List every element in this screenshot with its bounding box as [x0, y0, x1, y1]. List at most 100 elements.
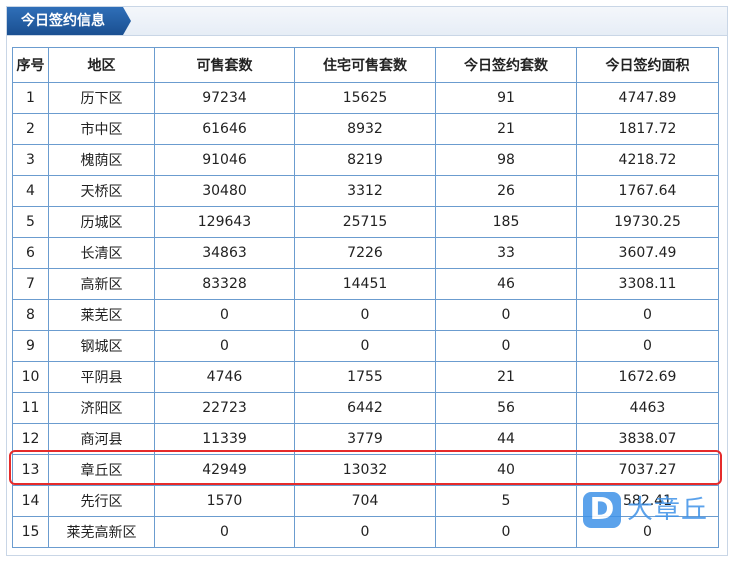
- cell-col-signed-units: 5: [435, 485, 577, 517]
- cell-col-for-sale: 129643: [154, 206, 295, 238]
- cell-col-signed-area: 4218.72: [576, 144, 719, 176]
- cell-col-signed-area: 4747.89: [576, 82, 719, 114]
- cell-col-signed-units: 0: [435, 516, 577, 548]
- cell-col-index: 7: [12, 268, 49, 300]
- cell-col-district: 先行区: [48, 485, 155, 517]
- cell-col-signed-units: 91: [435, 82, 577, 114]
- cell-col-signed-units: 33: [435, 237, 577, 269]
- cell-col-district: 商河县: [48, 423, 155, 455]
- cell-col-district: 槐荫区: [48, 144, 155, 176]
- cell-col-index: 12: [12, 423, 49, 455]
- cell-col-residential-for-sale: 3312: [294, 175, 436, 207]
- cell-col-district: 莱芜区: [48, 299, 155, 331]
- table-row: 13 章丘区 42949 13032 40 7037.27: [12, 454, 719, 486]
- cell-col-residential-for-sale: 6442: [294, 392, 436, 424]
- table-row: 12 商河县 11339 3779 44 3838.07: [12, 423, 719, 455]
- cell-col-index: 9: [12, 330, 49, 362]
- table-row: 5 历城区 129643 25715 185 19730.25: [12, 206, 719, 238]
- table-row: 1 历下区 97234 15625 91 4747.89: [12, 82, 719, 114]
- table-row: 9 钢城区 0 0 0 0: [12, 330, 719, 362]
- cell-col-district: 历城区: [48, 206, 155, 238]
- cell-col-district: 高新区: [48, 268, 155, 300]
- header-col-residential-for-sale: 住宅可售套数: [294, 47, 436, 83]
- cell-col-signed-area: 7037.27: [576, 454, 719, 486]
- cell-col-signed-units: 98: [435, 144, 577, 176]
- cell-col-for-sale: 91046: [154, 144, 295, 176]
- cell-col-signed-units: 56: [435, 392, 577, 424]
- cell-col-for-sale: 97234: [154, 82, 295, 114]
- header-col-district: 地区: [48, 47, 155, 83]
- cell-col-signed-area: 1817.72: [576, 113, 719, 145]
- cell-col-index: 1: [12, 82, 49, 114]
- cell-col-district: 市中区: [48, 113, 155, 145]
- signing-table: 序号 地区 可售套数 住宅可售套数 今日签约套数 今日签约面积 1 历下区 97234 1562…: [12, 47, 719, 548]
- table-row: 4 天桥区 30480 3312 26 1767.64: [12, 175, 719, 207]
- cell-col-signed-units: 46: [435, 268, 577, 300]
- cell-col-residential-for-sale: 14451: [294, 268, 436, 300]
- cell-col-for-sale: 83328: [154, 268, 295, 300]
- cell-col-district: 天桥区: [48, 175, 155, 207]
- table-body: 1 历下区 97234 15625 91 4747.89 2 市中区 61646 8932 21 18…: [12, 82, 719, 548]
- cell-col-for-sale: 0: [154, 330, 295, 362]
- cell-col-signed-units: 26: [435, 175, 577, 207]
- table-row: 6 长清区 34863 7226 33 3607.49: [12, 237, 719, 269]
- cell-col-residential-for-sale: 704: [294, 485, 436, 517]
- cell-col-index: 5: [12, 206, 49, 238]
- cell-col-signed-units: 44: [435, 423, 577, 455]
- cell-col-residential-for-sale: 13032: [294, 454, 436, 486]
- panel-header: 今日签约信息: [7, 7, 727, 36]
- cell-col-index: 10: [12, 361, 49, 393]
- cell-col-index: 13: [12, 454, 49, 486]
- cell-col-district: 济阳区: [48, 392, 155, 424]
- cell-col-district: 长清区: [48, 237, 155, 269]
- cell-col-index: 2: [12, 113, 49, 145]
- cell-col-signed-area: 582.41: [576, 485, 719, 517]
- table-row: 2 市中区 61646 8932 21 1817.72: [12, 113, 719, 145]
- cell-col-signed-units: 0: [435, 299, 577, 331]
- cell-col-residential-for-sale: 0: [294, 330, 436, 362]
- cell-col-district: 平阴县: [48, 361, 155, 393]
- cell-col-residential-for-sale: 3779: [294, 423, 436, 455]
- cell-col-signed-units: 21: [435, 113, 577, 145]
- cell-col-residential-for-sale: 0: [294, 516, 436, 548]
- cell-col-index: 15: [12, 516, 49, 548]
- cell-col-for-sale: 4746: [154, 361, 295, 393]
- header-col-signed-area: 今日签约面积: [576, 47, 719, 83]
- cell-col-for-sale: 11339: [154, 423, 295, 455]
- cell-col-for-sale: 1570: [154, 485, 295, 517]
- table-row: 7 高新区 83328 14451 46 3308.11: [12, 268, 719, 300]
- cell-col-district: 钢城区: [48, 330, 155, 362]
- signing-info-panel: 今日签约信息 序号 地区 可售套数 住宅可售套数 今日签约套数 今日签约面积 1 历下区 97…: [6, 6, 728, 556]
- header-col-signed-units: 今日签约套数: [435, 47, 577, 83]
- table-row: 8 莱芜区 0 0 0 0: [12, 299, 719, 331]
- table-row: 3 槐荫区 91046 8219 98 4218.72: [12, 144, 719, 176]
- panel-title-tab: 今日签约信息: [7, 7, 131, 35]
- cell-col-signed-area: 1767.64: [576, 175, 719, 207]
- cell-col-for-sale: 34863: [154, 237, 295, 269]
- header-col-for-sale: 可售套数: [154, 47, 295, 83]
- table-header-row: 序号 地区 可售套数 住宅可售套数 今日签约套数 今日签约面积: [12, 47, 719, 83]
- cell-col-signed-units: 185: [435, 206, 577, 238]
- cell-col-signed-area: 4463: [576, 392, 719, 424]
- cell-col-residential-for-sale: 1755: [294, 361, 436, 393]
- cell-col-signed-area: 0: [576, 330, 719, 362]
- cell-col-signed-area: 1672.69: [576, 361, 719, 393]
- cell-col-index: 3: [12, 144, 49, 176]
- cell-col-residential-for-sale: 8932: [294, 113, 436, 145]
- cell-col-district: 章丘区: [48, 454, 155, 486]
- cell-col-signed-area: 3308.11: [576, 268, 719, 300]
- cell-col-district: 历下区: [48, 82, 155, 114]
- cell-col-district: 莱芜高新区: [48, 516, 155, 548]
- cell-col-residential-for-sale: 15625: [294, 82, 436, 114]
- table-row: 14 先行区 1570 704 5 582.41: [12, 485, 719, 517]
- cell-col-for-sale: 0: [154, 299, 295, 331]
- cell-col-residential-for-sale: 7226: [294, 237, 436, 269]
- cell-col-for-sale: 42949: [154, 454, 295, 486]
- cell-col-for-sale: 22723: [154, 392, 295, 424]
- cell-col-index: 14: [12, 485, 49, 517]
- cell-col-signed-area: 3607.49: [576, 237, 719, 269]
- header-col-index: 序号: [12, 47, 49, 83]
- cell-col-residential-for-sale: 0: [294, 299, 436, 331]
- cell-col-signed-area: 0: [576, 299, 719, 331]
- cell-col-for-sale: 61646: [154, 113, 295, 145]
